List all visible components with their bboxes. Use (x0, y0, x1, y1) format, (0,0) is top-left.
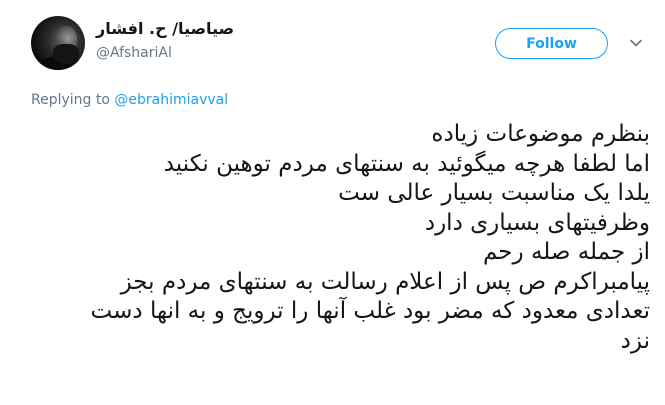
author-display-name[interactable]: صیاصیا/ ح. افشار (96, 19, 234, 38)
avatar[interactable] (31, 16, 85, 70)
replying-to-label: Replying to (31, 92, 115, 108)
tweet-text: بنظرم موضوعات زیاده اما لطفا هرچه میگوئی… (30, 120, 650, 356)
tweet-line: بنظرم موضوعات زیاده (431, 121, 650, 147)
tweet-line: یلدا یک مناسبت بسیار عالی ست (338, 180, 650, 206)
follow-button[interactable]: Follow (495, 28, 608, 59)
chevron-down-icon[interactable] (629, 36, 643, 50)
tweet-line: پیامبراکرم ص پس از اعلام رسالت به سنتهای… (120, 268, 650, 295)
tweet-line: از جمله صله رحم (483, 239, 650, 265)
replying-to: Replying to @ebrahimiavval (31, 92, 228, 108)
tweet-line: وظرفیتهای بسیاری دارد (424, 209, 650, 236)
avatar-beard (53, 44, 79, 64)
tweet-line: تعدادی معدود که مضر بود غلب آنها را تروی… (90, 298, 650, 324)
author-handle[interactable]: @AfshariAl (96, 45, 172, 61)
tweet-line: نزد (620, 327, 650, 354)
tweet-card: صیاصیا/ ح. افشار @AfshariAl Follow Reply… (0, 0, 665, 405)
tweet-line: اما لطفا هرچه میگوئید به سنتهای مردم توه… (163, 150, 650, 177)
reply-mention-link[interactable]: @ebrahimiavval (114, 92, 228, 108)
